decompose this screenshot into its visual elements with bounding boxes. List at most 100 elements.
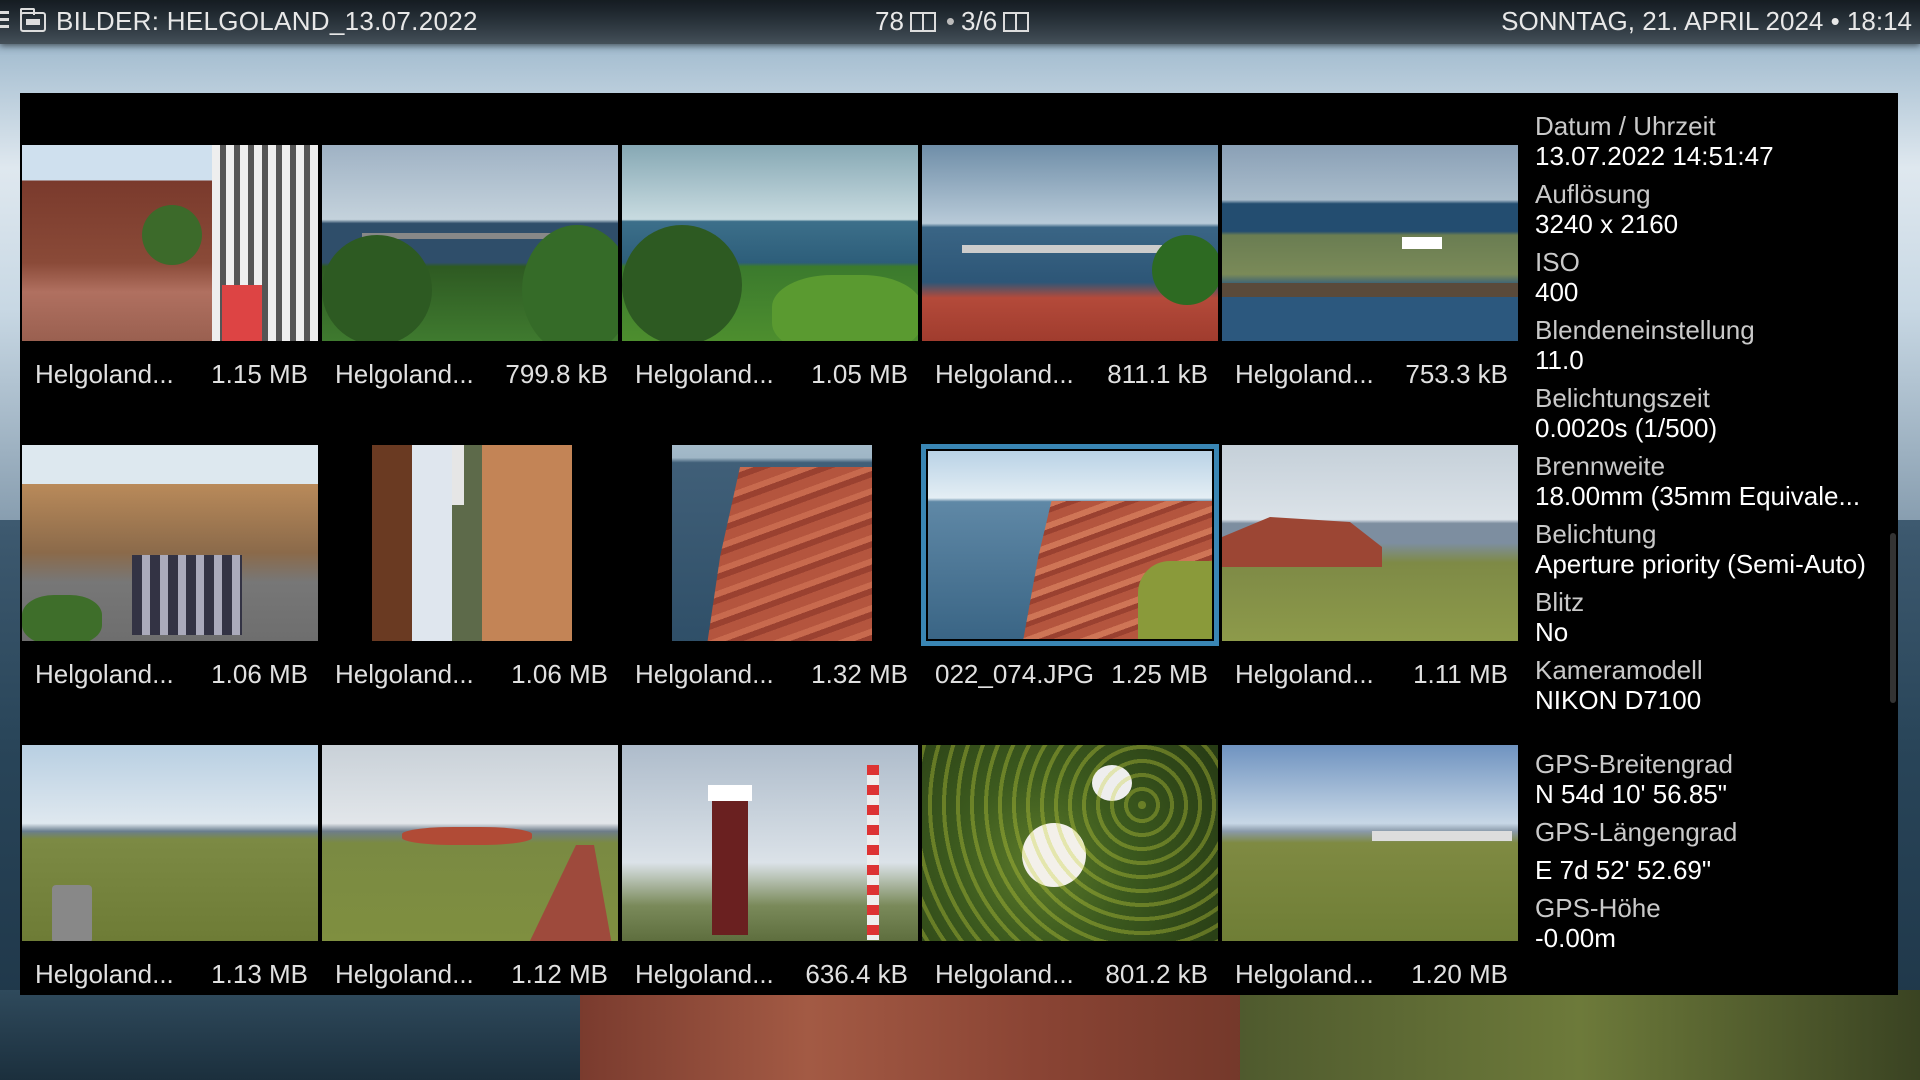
thumbnail-tile[interactable]: Helgoland... 1.06 MB bbox=[320, 443, 616, 743]
thumbnail-caption: Helgoland... 1.20 MB bbox=[1220, 959, 1520, 995]
thumbnail-caption: Helgoland... 1.15 MB bbox=[20, 359, 320, 395]
thumbnail-image[interactable] bbox=[22, 745, 318, 941]
thumbnail-caption: Helgoland... 1.06 MB bbox=[320, 659, 620, 695]
info-value: 0.0020s (1/500) bbox=[1535, 413, 1718, 443]
info-label: Brennweite bbox=[1535, 451, 1666, 481]
thumbnail-tile[interactable]: Helgoland... 1.12 MB bbox=[320, 743, 618, 1043]
exif-info-panel: Datum / Uhrzeit 13.07.2022 14:51:47 Auflös… bbox=[1535, 103, 1905, 953]
file-size: 753.3 kB bbox=[1405, 359, 1508, 389]
file-name: 022_074.JPG bbox=[935, 659, 1095, 689]
info-label: Blitz bbox=[1535, 587, 1585, 617]
file-size: 1.12 MB bbox=[511, 959, 608, 989]
folder-title: BILDER: HELGOLAND_13.07.2022 bbox=[56, 6, 478, 36]
file-size: 1.15 MB bbox=[211, 359, 308, 389]
info-value: 11.0 bbox=[1535, 345, 1584, 375]
thumbnail-image[interactable] bbox=[622, 445, 918, 641]
thumbnail-caption: Helgoland... 1.06 MB bbox=[20, 659, 320, 695]
thumbnail-caption: Helgoland... 801.2 kB bbox=[920, 959, 1220, 995]
date-time: SONNTAG, 21. APRIL 2024 • 18:14 bbox=[1501, 6, 1912, 36]
info-value: N 54d 10' 56.85" bbox=[1535, 779, 1728, 809]
folder-icon bbox=[20, 8, 46, 32]
info-value: 13.07.2022 14:51:47 bbox=[1535, 141, 1774, 171]
thumbnail-image[interactable] bbox=[22, 145, 318, 341]
thumbnail-caption: Helgoland... 1.05 MB bbox=[620, 359, 920, 395]
info-value: 18.00mm (35mm Equivale... bbox=[1535, 481, 1861, 511]
file-size: 1.13 MB bbox=[211, 959, 308, 989]
thumbnail-image[interactable] bbox=[322, 445, 618, 641]
scrollbar[interactable] bbox=[1890, 533, 1896, 703]
file-size: 1.25 MB bbox=[1111, 659, 1208, 689]
menu-icon[interactable] bbox=[0, 11, 10, 33]
thumbnail-tile[interactable]: Helgoland... 1.15 MB bbox=[20, 143, 318, 443]
thumbnail-tile[interactable]: Helgoland... 636.4 kB bbox=[620, 743, 918, 1043]
thumbnail-tile[interactable]: Helgoland... 811.1 kB bbox=[920, 143, 1218, 443]
info-value: No bbox=[1535, 617, 1569, 647]
thumbnail-image[interactable] bbox=[322, 145, 618, 341]
info-label: GPS-Längengrad bbox=[1535, 817, 1738, 847]
info-value: 400 bbox=[1535, 277, 1579, 307]
info-label: GPS-Höhe bbox=[1535, 893, 1661, 923]
thumbnail-grid: Helgoland... 1.15 MB Helgoland... 799.8 kB H… bbox=[20, 143, 1520, 993]
thumbnail-tile[interactable]: Helgoland... 1.11 MB bbox=[1220, 443, 1518, 743]
file-size: 1.06 MB bbox=[211, 659, 308, 689]
file-name: Helgoland... bbox=[1235, 359, 1374, 389]
items-icon bbox=[909, 12, 936, 32]
thumbnail-tile[interactable]: Helgoland... 801.2 kB bbox=[920, 743, 1218, 1043]
thumbnail-image[interactable] bbox=[922, 745, 1218, 941]
page-indicator: 3/6 bbox=[961, 6, 998, 36]
thumbnail-image[interactable] bbox=[1222, 145, 1518, 341]
info-label: Datum / Uhrzeit bbox=[1535, 111, 1716, 141]
file-size: 1.05 MB bbox=[811, 359, 908, 389]
thumbnail-tile[interactable]: Helgoland... 1.32 MB bbox=[620, 443, 916, 743]
thumbnail-image[interactable] bbox=[1222, 445, 1518, 641]
file-size: 799.8 kB bbox=[505, 359, 608, 389]
file-size: 811.1 kB bbox=[1107, 359, 1208, 389]
file-size: 1.32 MB bbox=[811, 659, 908, 689]
thumbnail-tile[interactable]: 022_074.JPG 1.25 MB bbox=[920, 443, 1219, 743]
thumbnail-image[interactable] bbox=[1222, 745, 1518, 941]
item-count: 78 bbox=[875, 6, 904, 36]
thumbnail-caption: Helgoland... 1.11 MB bbox=[1220, 659, 1520, 695]
item-counter: 78 • 3/6 bbox=[875, 6, 1033, 37]
file-name: Helgoland... bbox=[335, 659, 474, 689]
thumbnail-tile[interactable]: Helgoland... 1.20 MB bbox=[1220, 743, 1518, 1043]
thumbnail-caption: Helgoland... 753.3 kB bbox=[1220, 359, 1520, 395]
thumbnail-caption: Helgoland... 799.8 kB bbox=[320, 359, 620, 395]
file-name: Helgoland... bbox=[935, 359, 1074, 389]
thumbnail-tile[interactable]: Helgoland... 1.05 MB bbox=[620, 143, 918, 443]
file-name: Helgoland... bbox=[635, 659, 774, 689]
info-label: Belichtungszeit bbox=[1535, 383, 1710, 413]
thumbnail-tile[interactable]: Helgoland... 799.8 kB bbox=[320, 143, 618, 443]
info-value: -0.00m bbox=[1535, 923, 1616, 953]
file-name: Helgoland... bbox=[935, 959, 1074, 989]
file-size: 1.06 MB bbox=[511, 659, 608, 689]
thumbnail-image[interactable] bbox=[22, 445, 318, 641]
file-name: Helgoland... bbox=[35, 959, 174, 989]
thumbnail-tile[interactable]: Helgoland... 1.06 MB bbox=[20, 443, 318, 743]
thumbnail-image[interactable] bbox=[922, 145, 1218, 341]
file-size: 801.2 kB bbox=[1105, 959, 1208, 989]
thumbnail-caption: Helgoland... 1.13 MB bbox=[20, 959, 320, 995]
info-value: NIKON D7100 bbox=[1535, 685, 1702, 715]
thumbnail-tile[interactable]: Helgoland... 1.13 MB bbox=[20, 743, 318, 1043]
file-name: Helgoland... bbox=[35, 659, 174, 689]
info-label: Kameramodell bbox=[1535, 655, 1703, 685]
info-label: Belichtung bbox=[1535, 519, 1657, 549]
thumbnail-image[interactable] bbox=[622, 745, 918, 941]
file-name: Helgoland... bbox=[35, 359, 174, 389]
info-label: GPS-Breitengrad bbox=[1535, 749, 1733, 779]
info-label: ISO bbox=[1535, 247, 1580, 277]
thumbnail-image[interactable] bbox=[622, 145, 918, 341]
file-size: 1.20 MB bbox=[1411, 959, 1508, 989]
media-panel: Helgoland... 1.15 MB Helgoland... 799.8 kB H… bbox=[20, 93, 1898, 995]
thumbnail-image[interactable] bbox=[322, 745, 618, 941]
top-bar: BILDER: HELGOLAND_13.07.2022 78 • 3/6 SONN… bbox=[0, 0, 1920, 44]
info-value: Aperture priority (Semi-Auto) bbox=[1535, 549, 1866, 579]
file-name: Helgoland... bbox=[335, 959, 474, 989]
thumbnail-image[interactable] bbox=[921, 444, 1219, 646]
thumbnail-caption: Helgoland... 636.4 kB bbox=[620, 959, 920, 995]
info-label: Auflösung bbox=[1535, 179, 1651, 209]
file-size: 636.4 kB bbox=[805, 959, 908, 989]
info-value: E 7d 52' 52.69" bbox=[1535, 855, 1712, 885]
thumbnail-tile[interactable]: Helgoland... 753.3 kB bbox=[1220, 143, 1518, 443]
